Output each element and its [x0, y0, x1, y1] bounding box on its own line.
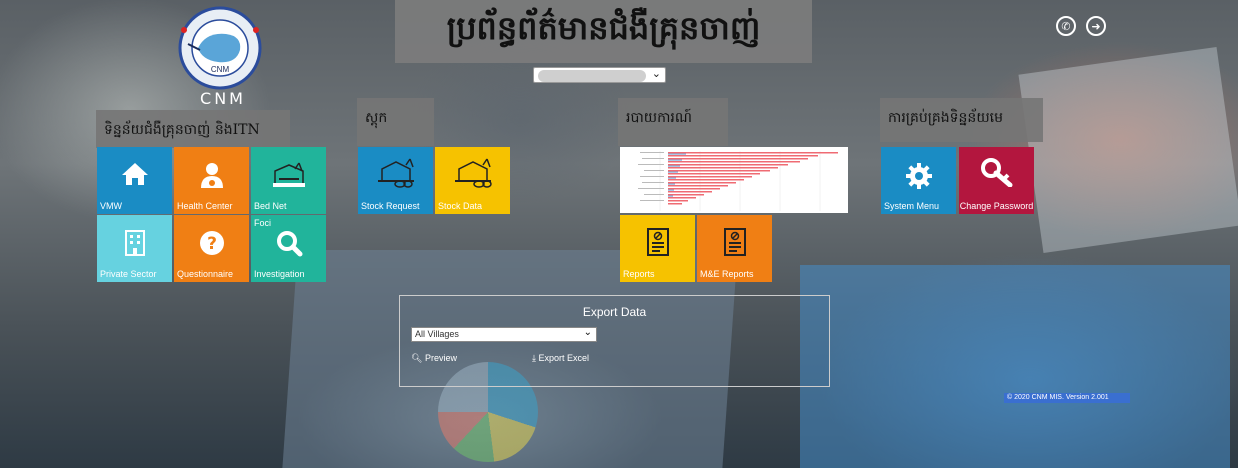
tile-foci-label: Foci: [254, 218, 272, 228]
village-select[interactable]: All Villages ⌄: [411, 327, 597, 342]
bed-net-icon: [251, 161, 326, 193]
logo-text: CNM: [200, 89, 246, 108]
document-icon: [620, 227, 695, 261]
question-icon: ?: [174, 229, 249, 261]
section-header-report: របាយការណ៍: [618, 98, 728, 146]
tile-investigation-label: Investigation: [254, 269, 305, 279]
tile-health-center[interactable]: Health Center: [174, 147, 249, 214]
tile-questionnaire-label: Questionnaire: [177, 269, 234, 279]
search-icon: [251, 229, 326, 261]
tile-system-menu-label: System Menu: [884, 201, 940, 211]
gear-icon: [881, 161, 956, 195]
tile-reports[interactable]: Reports: [620, 215, 695, 282]
doctor-icon: [174, 161, 249, 193]
tile-private-sector[interactable]: Private Sector: [97, 215, 172, 282]
preview-label: Preview: [424, 353, 457, 363]
download-icon: ⤓: [532, 353, 536, 363]
village-select-value: All Villages: [415, 329, 459, 339]
province-select-value: [538, 70, 646, 82]
tile-change-password[interactable]: Change Password: [959, 147, 1034, 214]
page-title: ប្រព័ន្ធព័ត៌មានជំងឺគ្រុនចាញ់: [446, 9, 761, 47]
background-paper-right: [1018, 46, 1238, 254]
section-header-stock: ស្តុក: [357, 98, 434, 146]
svg-text:CNM: CNM: [211, 65, 230, 74]
tile-system-menu[interactable]: System Menu: [881, 147, 956, 214]
logout-icon[interactable]: ➜: [1086, 16, 1106, 36]
tile-questionnaire[interactable]: ? Questionnaire: [174, 215, 249, 282]
building-icon: [97, 229, 172, 261]
version-badge: © 2020 CNM MIS. Version 2.001: [1004, 393, 1130, 403]
stock-request-icon: [358, 157, 433, 193]
tile-investigation[interactable]: Foci Investigation: [251, 215, 326, 282]
tile-stock-data[interactable]: Stock Data: [435, 147, 510, 214]
tile-me-reports[interactable]: M&E Reports: [697, 215, 772, 282]
tile-reports-label: Reports: [623, 269, 655, 279]
home-icon: [97, 161, 172, 191]
export-data-panel: Export Data All Villages ⌄ 🔍︎ Preview ⤓ …: [399, 295, 830, 387]
key-icon: [959, 157, 1034, 191]
tile-vmw-label: VMW: [100, 201, 122, 211]
export-excel-link[interactable]: ⤓ Export Excel: [532, 353, 589, 364]
export-title: Export Data: [582, 305, 647, 319]
tile-stock-request[interactable]: Stock Request: [358, 147, 433, 214]
background-laptop-screen-right: [800, 265, 1230, 468]
tile-change-password-label: Change Password: [959, 201, 1034, 211]
tile-me-reports-label: M&E Reports: [700, 269, 754, 279]
chevron-down-icon: ⌄: [583, 327, 592, 338]
tile-stock-data-label: Stock Data: [438, 201, 483, 211]
svg-text:?: ?: [207, 234, 217, 254]
tile-vmw[interactable]: VMW: [97, 147, 172, 214]
search-icon: 🔍︎: [411, 353, 423, 363]
stock-data-icon: [435, 157, 510, 193]
section-header-data: ទិន្នន័យជំងឺគ្រុនចាញ់ និងITN: [96, 110, 290, 148]
tile-health-center-label: Health Center: [177, 201, 233, 211]
preview-link[interactable]: 🔍︎ Preview: [411, 353, 457, 364]
export-excel-label: Export Excel: [538, 353, 590, 363]
page-title-box: ប្រព័ន្ធព័ត៌មានជំងឺគ្រុនចាញ់: [395, 0, 812, 63]
tile-bed-net-label: Bed Net: [254, 201, 287, 211]
chevron-down-icon: ⌄: [651, 67, 661, 80]
tile-bed-net[interactable]: Bed Net: [251, 147, 326, 214]
document-icon: [697, 227, 772, 261]
tile-stock-request-label: Stock Request: [361, 201, 420, 211]
phone-icon[interactable]: ✆: [1056, 16, 1076, 36]
section-header-admin: ការគ្រប់គ្រងទិន្នន័យមេ: [880, 98, 1043, 142]
report-chart-thumbnail[interactable]: [620, 147, 848, 213]
tile-private-sector-label: Private Sector: [100, 269, 157, 279]
province-select[interactable]: ⌄: [533, 67, 666, 83]
